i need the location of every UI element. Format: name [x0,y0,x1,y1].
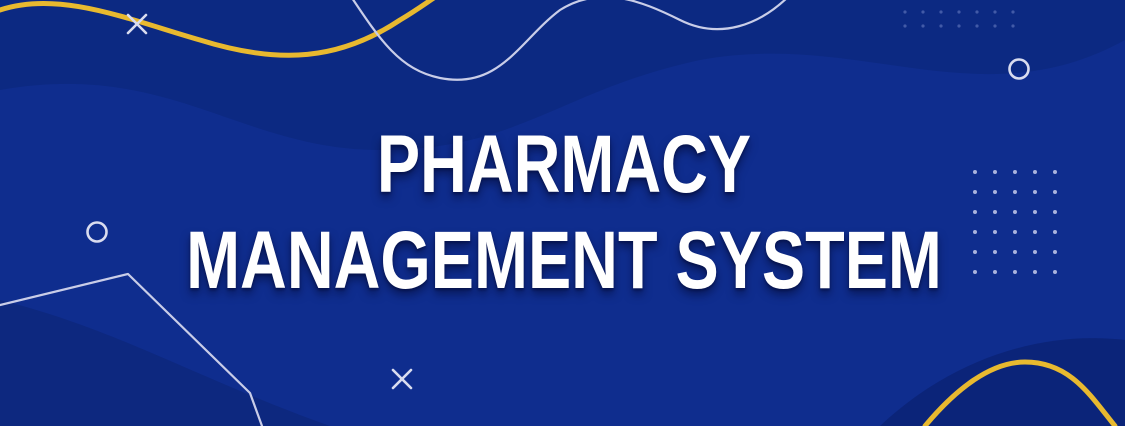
title-line-1: PHARMACY [376,119,752,210]
background-wave-bottom [0,300,330,426]
banner-title: PHARMACY MANAGEMENT SYSTEM [0,124,1125,302]
title-line-2: MANAGEMENT SYSTEM [186,215,942,306]
background-wave-bottom-right [880,338,1125,426]
cross-icon [391,368,413,390]
banner: PHARMACY MANAGEMENT SYSTEM [0,0,1125,426]
